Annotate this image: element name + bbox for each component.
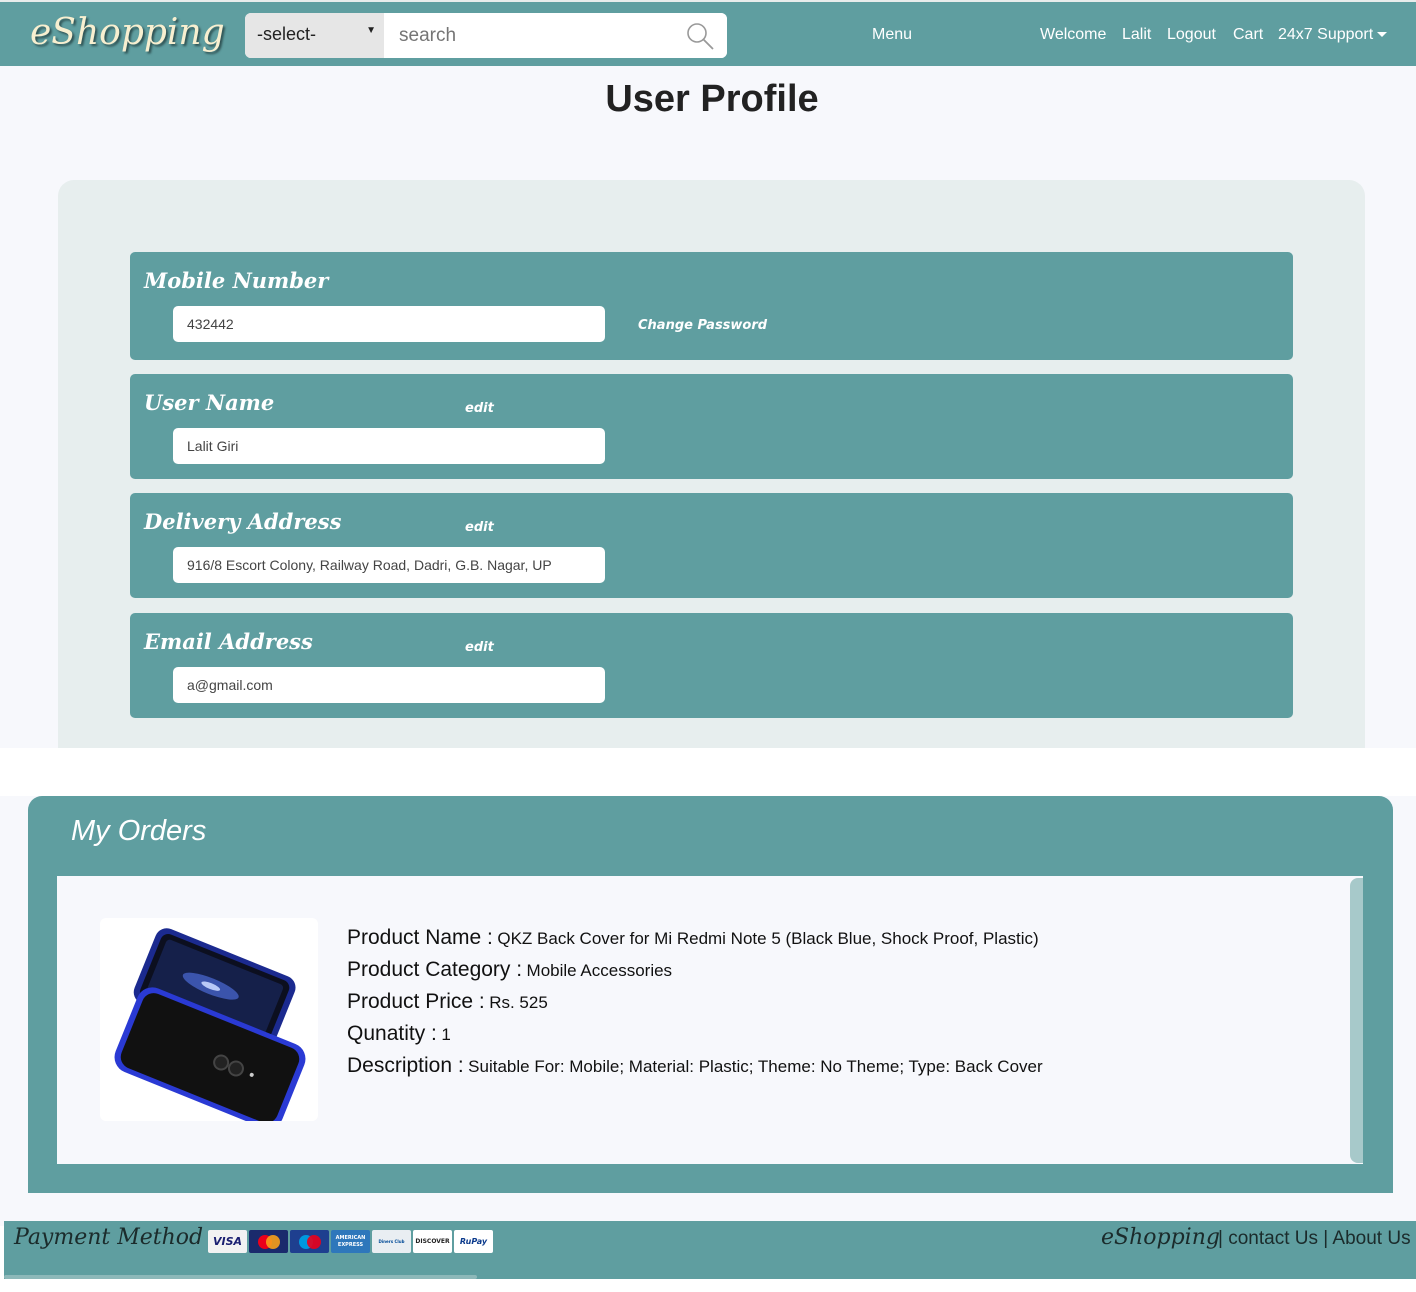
delivery-address-card: Delivery Address edit 916/8 Escort Colon… — [130, 493, 1293, 598]
diners-club-icon: Diners Club — [372, 1230, 411, 1253]
nav-support-dropdown[interactable]: 24x7 Support — [1278, 26, 1388, 44]
product-description-value: Suitable For: Mobile; Material: Plastic;… — [468, 1057, 1043, 1076]
product-category-key: Product Category : — [347, 958, 523, 981]
mobile-number-card: Mobile Number 432442 Change Password — [130, 252, 1293, 360]
email-address-card: Email Address edit a@gmail.com — [130, 613, 1293, 718]
mastercard-logo — [257, 1234, 280, 1249]
order-item-details: Product Name : QKZ Back Cover for Mi Red… — [347, 922, 1043, 1082]
email-address-edit-link[interactable]: edit — [465, 640, 494, 655]
product-price-row: Product Price : Rs. 525 — [347, 986, 1043, 1018]
search-icon[interactable] — [685, 21, 715, 51]
user-name-label: User Name — [144, 390, 275, 415]
email-address-label: Email Address — [144, 629, 313, 654]
footer-brand[interactable]: eShopping — [1101, 1225, 1220, 1250]
order-list-scrollbar[interactable] — [1350, 878, 1363, 1163]
user-name-field[interactable]: Lalit Giri — [173, 428, 605, 464]
change-password-link[interactable]: Change Password — [638, 318, 767, 333]
nav-logout-link[interactable]: Logout — [1167, 26, 1216, 44]
product-category-value: Mobile Accessories — [526, 961, 673, 980]
discover-icon: DISCOVER — [413, 1230, 452, 1253]
page-horizontal-scrollbar[interactable] — [4, 1275, 477, 1279]
user-name-card: User Name edit Lalit Giri — [130, 374, 1293, 479]
search-bar: -select- ▼ — [245, 13, 727, 58]
nav-user-link[interactable]: Lalit — [1122, 26, 1151, 44]
mastercard-icon — [249, 1230, 288, 1253]
visa-icon: VISA — [208, 1230, 247, 1253]
nav-welcome-text: Welcome — [1040, 26, 1107, 43]
email-address-field[interactable]: a@gmail.com — [173, 667, 605, 703]
footer-links[interactable]: | contact Us | About Us — [1218, 1228, 1411, 1250]
caret-down-icon — [1377, 32, 1388, 38]
my-orders-title: My Orders — [71, 815, 207, 847]
product-price-key: Product Price : — [347, 990, 485, 1013]
phone-case-image — [114, 928, 306, 1129]
mobile-number-label: Mobile Number — [144, 268, 329, 293]
product-price-value: Rs. 525 — [489, 993, 548, 1012]
product-name-key: Product Name : — [347, 926, 493, 949]
category-select[interactable]: -select- ▼ — [245, 13, 384, 58]
chevron-down-icon: ▼ — [366, 25, 376, 36]
mobile-number-field[interactable]: 432442 — [173, 306, 605, 342]
product-category-row: Product Category : Mobile Accessories — [347, 954, 1043, 986]
payment-cards: VISA AMERICAN EXPRESS Diners Club DISCOV… — [208, 1230, 493, 1253]
delivery-address-field[interactable]: 916/8 Escort Colony, Railway Road, Dadri… — [173, 547, 605, 583]
product-name-row: Product Name : QKZ Back Cover for Mi Red… — [347, 922, 1043, 954]
rupay-icon: RuPay — [454, 1230, 493, 1253]
maestro-logo — [298, 1234, 321, 1249]
user-name-edit-link[interactable]: edit — [465, 401, 494, 416]
nav-cart-link[interactable]: Cart — [1233, 26, 1263, 44]
product-image[interactable] — [100, 918, 318, 1129]
brand-logo[interactable]: eShopping — [30, 12, 225, 53]
payment-method-label: Payment Method — [14, 1225, 204, 1250]
delivery-address-label: Delivery Address — [144, 509, 342, 534]
product-quantity-row: Qunatity : 1 — [347, 1018, 1043, 1050]
amex-icon: AMERICAN EXPRESS — [331, 1230, 370, 1253]
product-description-key: Description : — [347, 1054, 464, 1077]
delivery-address-edit-link[interactable]: edit — [465, 520, 494, 535]
product-name-value: QKZ Back Cover for Mi Redmi Note 5 (Blac… — [497, 929, 1039, 948]
category-select-value: -select- — [257, 24, 317, 44]
nav-menu-link[interactable]: Menu — [872, 26, 912, 44]
top-navbar: eShopping -select- ▼ Menu Welcome Lalit … — [0, 0, 1416, 66]
product-quantity-value: 1 — [441, 1025, 451, 1044]
section-gap — [0, 748, 1416, 796]
page-title: User Profile — [605, 78, 819, 120]
nav-support-label: 24x7 Support — [1278, 26, 1374, 43]
search-input[interactable] — [384, 13, 727, 58]
maestro-icon — [290, 1230, 329, 1253]
product-quantity-key: Qunatity : — [347, 1022, 437, 1045]
product-description-row: Description : Suitable For: Mobile; Mate… — [347, 1050, 1043, 1082]
